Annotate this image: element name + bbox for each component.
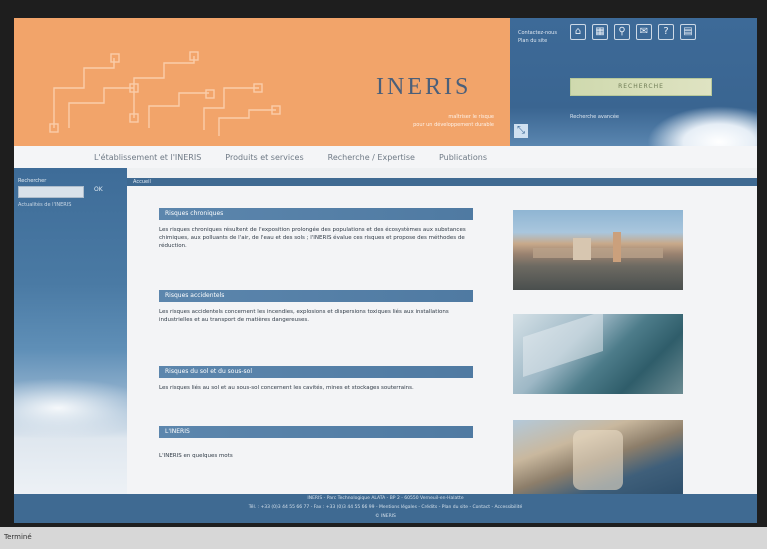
print-icon[interactable]: ▤ xyxy=(680,24,696,40)
header-tools: Contactez-nous Plan du site ⌂ ▦ ⚲ ✉ ? ▤ … xyxy=(510,18,757,166)
rock-shape xyxy=(573,430,623,490)
logo-tagline-2: pour un développement durable xyxy=(413,122,494,128)
header-banner: INERIS maîtriser le risque pour un dével… xyxy=(14,18,510,146)
nav-item-publications[interactable]: Publications xyxy=(427,153,499,162)
footer-copyright: © INERIS xyxy=(375,514,396,519)
section-title: Risques du sol et du sous-sol xyxy=(165,368,253,375)
tower-shape xyxy=(573,238,591,260)
contact-link[interactable]: Contactez-nous xyxy=(518,30,557,36)
sidebar-search-input[interactable] xyxy=(18,186,84,198)
aerial-photo[interactable] xyxy=(513,314,683,394)
section-text: Les risques chroniques résultent de l'ex… xyxy=(159,227,466,249)
nav-item-produits[interactable]: Produits et services xyxy=(213,153,315,162)
building-shape xyxy=(533,248,663,258)
left-sidebar: Rechercher OK Actualités de l'INERIS xyxy=(14,168,127,498)
logo-tagline: maîtriser le risque xyxy=(448,114,494,120)
logo-text[interactable]: INERIS xyxy=(376,74,471,101)
section-header[interactable]: Risques accidentels xyxy=(159,290,473,302)
section-title: Risques chroniques xyxy=(165,210,224,217)
sidebar-news-link[interactable]: Actualités de l'INERIS xyxy=(18,202,71,208)
browser-page: INERIS maîtriser le risque pour un dével… xyxy=(14,18,757,523)
section-header[interactable]: Risques chroniques xyxy=(159,208,473,220)
browser-status-bar: Terminé xyxy=(0,527,767,549)
industrial-site-photo[interactable] xyxy=(513,210,683,290)
mail-icon[interactable]: ✉ xyxy=(636,24,652,40)
section-title: Risques accidentels xyxy=(165,292,225,299)
sitemap-icon[interactable]: ▦ xyxy=(592,24,608,40)
status-text: Terminé xyxy=(4,533,32,541)
advanced-search-link[interactable]: Recherche avancée xyxy=(570,114,619,120)
sidebar-search-label: Rechercher xyxy=(18,178,47,184)
section-text: Les risques liés au sol et au sous-sol c… xyxy=(159,385,414,391)
chimney-shape xyxy=(613,232,621,262)
cliff-photo[interactable] xyxy=(513,420,683,500)
main-nav: L'établissement et l'INERIS Produits et … xyxy=(14,146,757,168)
footer: INERIS - Parc Technologique ALATA - BP 2… xyxy=(14,494,757,523)
section-text: Les risques accidentels concernent les i… xyxy=(159,309,449,323)
main-content: Risques chroniques Les risques chronique… xyxy=(127,186,757,500)
search-input[interactable]: RECHERCHE xyxy=(570,78,712,96)
footer-address: INERIS - Parc Technologique ALATA - BP 2… xyxy=(307,496,464,501)
roof-shape xyxy=(523,314,603,377)
section-header[interactable]: L'INERIS xyxy=(159,426,473,438)
section-header[interactable]: Risques du sol et du sous-sol xyxy=(159,366,473,378)
home-icon[interactable]: ⌂ xyxy=(570,24,586,40)
resize-icon[interactable]: ⤡ xyxy=(514,124,528,138)
section-text[interactable]: L'INERIS en quelques mots xyxy=(159,452,473,460)
sidebar-ok-button[interactable]: OK xyxy=(94,186,103,193)
search-icon[interactable]: ⚲ xyxy=(614,24,630,40)
sea-decoration xyxy=(14,378,127,438)
section-title: L'INERIS xyxy=(165,428,190,435)
breadcrumb: Accueil xyxy=(127,178,757,186)
sitemap-link[interactable]: Plan du site xyxy=(518,38,547,44)
breadcrumb-home[interactable]: Accueil xyxy=(133,178,151,186)
nav-item-recherche[interactable]: Recherche / Expertise xyxy=(316,153,427,162)
help-icon[interactable]: ? xyxy=(658,24,674,40)
footer-links[interactable]: Tél. : +33 (0)3 44 55 66 77 - Fax : +33 … xyxy=(14,505,757,510)
toolbar-icons: ⌂ ▦ ⚲ ✉ ? ▤ xyxy=(570,24,696,40)
nav-item-etablissement[interactable]: L'établissement et l'INERIS xyxy=(14,153,213,162)
